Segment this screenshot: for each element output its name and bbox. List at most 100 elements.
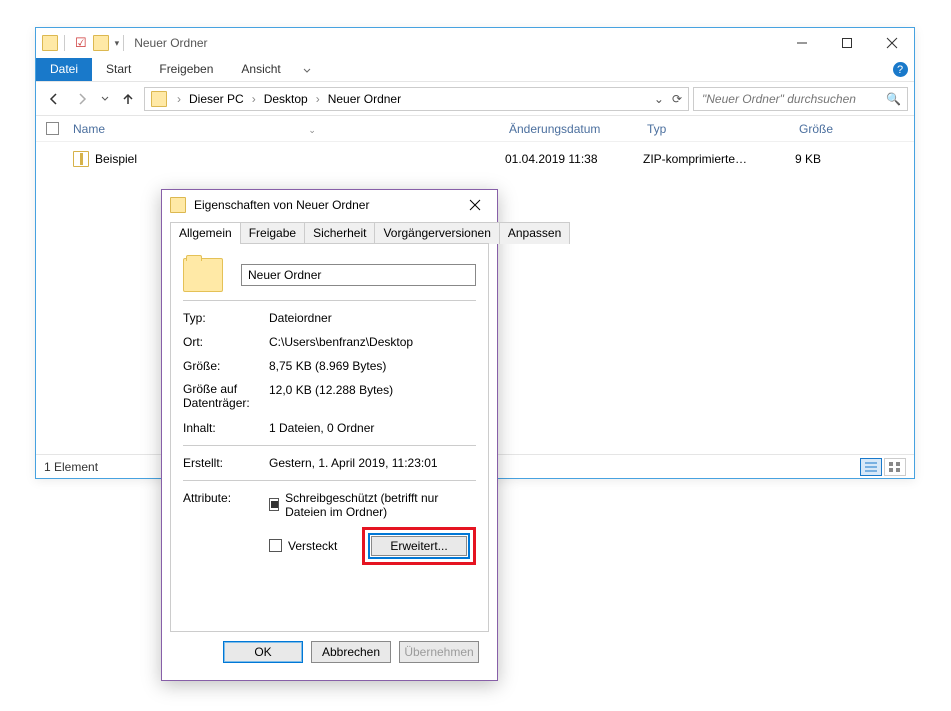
ribbon-file-tab[interactable]: Datei [36, 58, 92, 81]
value-created: Gestern, ‎1. ‎April ‎2019, ‏‎11:23:01 [269, 456, 438, 470]
label-location: Ort: [183, 335, 269, 349]
folder-large-icon [183, 258, 223, 292]
value-type: Dateiordner [269, 311, 332, 325]
column-header-modified[interactable]: Änderungsdatum [509, 122, 647, 136]
search-box[interactable]: 🔍 [693, 87, 908, 111]
ribbon-tab-share[interactable]: Freigeben [145, 58, 227, 81]
breadcrumb-item[interactable]: Dieser PC [187, 92, 246, 106]
ribbon-tabs: Datei Start Freigeben Ansicht ? [36, 58, 914, 82]
chevron-right-icon[interactable]: › [173, 92, 185, 106]
minimize-button[interactable] [779, 29, 824, 58]
icons-view-icon [889, 462, 901, 472]
dialog-folder-icon [170, 197, 186, 213]
readonly-checkbox-row[interactable]: Schreibgeschützt (betrifft nur Dateien i… [269, 491, 476, 519]
dialog-body: Allgemein Freigabe Sicherheit Vorgängerv… [162, 220, 497, 680]
hidden-checkbox-row[interactable]: Versteckt [269, 539, 362, 553]
separator [123, 35, 124, 51]
view-switcher [860, 458, 906, 476]
app-folder-icon [42, 35, 58, 51]
separator [183, 445, 476, 446]
qat-properties-icon[interactable]: ☑ [75, 35, 87, 51]
nav-recent-icon[interactable] [98, 87, 112, 111]
hidden-label: Versteckt [288, 539, 337, 553]
status-text: 1 Element [44, 460, 98, 474]
hidden-checkbox[interactable] [269, 539, 282, 552]
nav-back-button[interactable] [42, 87, 66, 111]
list-item[interactable]: Beispiel 01.04.2019 11:38 ZIP-komprimier… [46, 148, 904, 170]
qat-newfolder-icon[interactable] [93, 35, 109, 51]
tab-customize[interactable]: Anpassen [499, 222, 570, 244]
apply-button[interactable]: Übernehmen [399, 641, 479, 663]
tab-security[interactable]: Sicherheit [304, 222, 375, 244]
column-label: Name [73, 122, 105, 136]
separator [64, 35, 65, 51]
nav-up-button[interactable] [116, 87, 140, 111]
value-location: C:\Users\benfranz\Desktop [269, 335, 413, 349]
column-header-type[interactable]: Typ [647, 122, 799, 136]
label-type: Typ: [183, 311, 269, 325]
tab-previous[interactable]: Vorgängerversionen [374, 222, 499, 244]
nav-forward-button[interactable] [70, 87, 94, 111]
file-modified: 01.04.2019 11:38 [505, 152, 643, 166]
focus-ring: Erweitert... [368, 533, 470, 559]
ribbon-expand-icon[interactable] [295, 58, 319, 81]
help-icon: ? [893, 62, 908, 77]
label-attributes: Attribute: [183, 491, 269, 565]
label-contents: Inhalt: [183, 421, 269, 435]
close-icon [470, 200, 480, 210]
chevron-right-icon[interactable]: › [248, 92, 260, 106]
dialog-titlebar[interactable]: Eigenschaften von Neuer Ordner [162, 190, 497, 220]
address-folder-icon [151, 91, 167, 107]
icons-view-button[interactable] [884, 458, 906, 476]
column-headers: Name ⌄ Änderungsdatum Typ Größe [36, 116, 914, 142]
tab-sharing[interactable]: Freigabe [240, 222, 305, 244]
ribbon-tab-view[interactable]: Ansicht [227, 58, 294, 81]
highlight-annotation: Erweitert... [362, 527, 476, 565]
maximize-button[interactable] [824, 29, 869, 58]
label-created: Erstellt: [183, 456, 269, 470]
search-icon[interactable]: 🔍 [886, 92, 901, 106]
address-bar[interactable]: › Dieser PC › Desktop › Neuer Ordner ⌄ ⟳ [144, 87, 689, 111]
ribbon-tab-start[interactable]: Start [92, 58, 145, 81]
dialog-button-row: OK Abbrechen Übernehmen [170, 632, 489, 672]
close-button[interactable] [869, 29, 914, 58]
column-header-size[interactable]: Größe [799, 122, 879, 136]
sort-indicator-icon: ⌄ [308, 125, 316, 135]
separator [183, 300, 476, 301]
readonly-label: Schreibgeschützt (betrifft nur Dateien i… [285, 491, 476, 519]
details-view-button[interactable] [860, 458, 882, 476]
separator [183, 480, 476, 481]
ok-button[interactable]: OK [223, 641, 303, 663]
titlebar[interactable]: ☑ ▾ Neuer Ordner [36, 28, 914, 58]
advanced-button[interactable]: Erweitert... [371, 536, 467, 556]
value-size: 8,75 KB (8.969 Bytes) [269, 359, 386, 373]
qat-dropdown-icon[interactable]: ▾ [115, 38, 120, 49]
label-size-on-disk: Größe aufDatenträger: [183, 383, 269, 411]
readonly-checkbox[interactable] [269, 498, 279, 511]
label-size: Größe: [183, 359, 269, 373]
search-input[interactable] [700, 91, 870, 107]
select-all-checkbox[interactable] [46, 122, 59, 135]
file-size: 9 KB [795, 152, 875, 166]
zip-file-icon [73, 151, 89, 167]
window-title: Neuer Ordner [134, 36, 207, 50]
breadcrumb-item[interactable]: Desktop [262, 92, 310, 106]
chevron-right-icon[interactable]: › [312, 92, 324, 106]
folder-name-input[interactable] [241, 264, 476, 286]
address-dropdown-icon[interactable]: ⌄ [654, 92, 664, 106]
value-contents: 1 Dateien, 0 Ordner [269, 421, 374, 435]
cancel-button[interactable]: Abbrechen [311, 641, 391, 663]
column-header-name[interactable]: Name ⌄ [73, 122, 509, 136]
breadcrumb-item[interactable]: Neuer Ordner [326, 92, 403, 106]
details-view-icon [865, 462, 877, 472]
value-size-on-disk: 12,0 KB (12.288 Bytes) [269, 383, 393, 411]
help-button[interactable]: ? [886, 58, 914, 81]
quick-access-toolbar: ☑ [75, 35, 111, 51]
properties-dialog: Eigenschaften von Neuer Ordner Allgemein… [161, 189, 498, 681]
dialog-title: Eigenschaften von Neuer Ordner [194, 198, 369, 212]
navigation-bar: › Dieser PC › Desktop › Neuer Ordner ⌄ ⟳… [36, 82, 914, 116]
refresh-icon[interactable]: ⟳ [672, 92, 682, 106]
dialog-close-button[interactable] [461, 194, 489, 216]
tab-general[interactable]: Allgemein [170, 222, 241, 244]
dialog-tabs: Allgemein Freigabe Sicherheit Vorgängerv… [170, 222, 489, 244]
